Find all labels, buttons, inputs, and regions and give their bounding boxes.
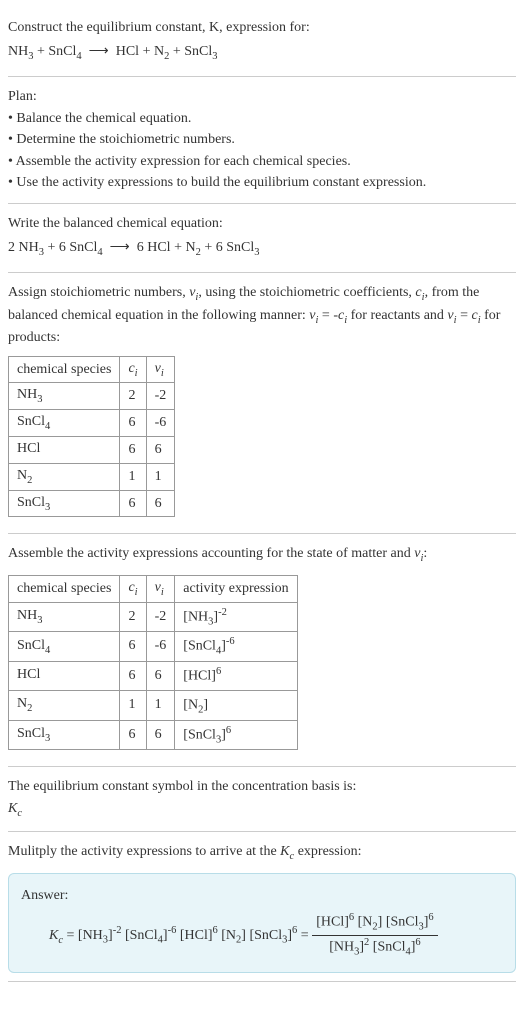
cell-vi: -2: [146, 383, 175, 410]
section-stoichiometric: Assign stoichiometric numbers, νi, using…: [8, 273, 516, 534]
cell-ci: 6: [120, 437, 146, 464]
col-vi: νi: [146, 575, 175, 602]
cell-ci: 2: [120, 602, 146, 631]
col-species: chemical species: [9, 575, 120, 602]
table-row: NH32-2[NH3]-2: [9, 602, 298, 631]
activity-description: Assemble the activity expressions accoun…: [8, 544, 516, 566]
cell-species: SnCl3: [9, 490, 120, 517]
table-header-row: chemical species ci νi activity expressi…: [9, 575, 298, 602]
plan-bullet-1: • Balance the chemical equation.: [8, 109, 516, 129]
table-header-row: chemical species ci νi: [9, 356, 175, 383]
cell-activity: [SnCl3]6: [175, 720, 297, 749]
stoich-description: Assign stoichiometric numbers, νi, using…: [8, 283, 516, 348]
plan-bullet-3: • Assemble the activity expression for e…: [8, 152, 516, 172]
cell-activity: [SnCl4]-6: [175, 632, 297, 661]
table-row: SnCl46-6[SnCl4]-6: [9, 632, 298, 661]
cell-vi: -6: [146, 632, 175, 661]
activity-table: chemical species ci νi activity expressi…: [8, 575, 298, 750]
section-balanced: Write the balanced chemical equation: 2 …: [8, 204, 516, 273]
cell-vi: 6: [146, 720, 175, 749]
col-species: chemical species: [9, 356, 120, 383]
answer-label: Answer:: [21, 886, 503, 906]
kc-expression: Kc = [NH3]-2 [SnCl4]-6 [HCl]6 [N2] [SnCl…: [49, 911, 503, 960]
balanced-heading: Write the balanced chemical equation:: [8, 214, 516, 234]
table-row: SnCl366[SnCl3]6: [9, 720, 298, 749]
col-ci: ci: [120, 575, 146, 602]
plan-bullet-4: • Use the activity expressions to build …: [8, 173, 516, 193]
cell-ci: 6: [120, 410, 146, 437]
kc-symbol: Kc: [8, 799, 516, 821]
table-row: SnCl366: [9, 490, 175, 517]
cell-vi: 1: [146, 463, 175, 490]
balanced-equation: 2 NH3 + 6 SnCl4 ⟶ 6 HCl + N2 + 6 SnCl3: [8, 238, 516, 260]
cell-vi: 6: [146, 490, 175, 517]
cell-species: N2: [9, 691, 120, 720]
section-activity: Assemble the activity expressions accoun…: [8, 534, 516, 767]
table-row: HCl66[HCl]6: [9, 661, 298, 690]
cell-species: SnCl4: [9, 632, 120, 661]
cell-ci: 6: [120, 490, 146, 517]
cell-species: HCl: [9, 661, 120, 690]
cell-species: SnCl4: [9, 410, 120, 437]
cell-ci: 6: [120, 720, 146, 749]
cell-activity: [NH3]-2: [175, 602, 297, 631]
cell-vi: 6: [146, 661, 175, 690]
answer-box: Answer: Kc = [NH3]-2 [SnCl4]-6 [HCl]6 [N…: [8, 873, 516, 974]
cell-ci: 2: [120, 383, 146, 410]
cell-species: HCl: [9, 437, 120, 464]
cell-ci: 1: [120, 691, 146, 720]
section-symbol: The equilibrium constant symbol in the c…: [8, 767, 516, 832]
stoichiometric-table: chemical species ci νi NH32-2 SnCl46-6 H…: [8, 356, 175, 518]
cell-species: N2: [9, 463, 120, 490]
table-row: NH32-2: [9, 383, 175, 410]
symbol-text: The equilibrium constant symbol in the c…: [8, 777, 516, 797]
section-problem: Construct the equilibrium constant, K, e…: [8, 8, 516, 77]
col-ci: ci: [120, 356, 146, 383]
problem-statement: Construct the equilibrium constant, K, e…: [8, 18, 516, 38]
table-row: HCl66: [9, 437, 175, 464]
cell-species: NH3: [9, 602, 120, 631]
unbalanced-equation: NH3 + SnCl4 ⟶ HCl + N2 + SnCl3: [8, 42, 516, 64]
table-row: N211: [9, 463, 175, 490]
plan-bullet-2: • Determine the stoichiometric numbers.: [8, 130, 516, 150]
cell-vi: -2: [146, 602, 175, 631]
cell-activity: [N2]: [175, 691, 297, 720]
cell-species: SnCl3: [9, 720, 120, 749]
multiply-text: Mulitply the activity expressions to arr…: [8, 842, 516, 864]
cell-ci: 1: [120, 463, 146, 490]
cell-ci: 6: [120, 632, 146, 661]
section-plan: Plan: • Balance the chemical equation. •…: [8, 77, 516, 204]
problem-text: Construct the equilibrium constant, K, e…: [8, 20, 310, 35]
cell-vi: 6: [146, 437, 175, 464]
col-activity: activity expression: [175, 575, 297, 602]
cell-species: NH3: [9, 383, 120, 410]
cell-activity: [HCl]6: [175, 661, 297, 690]
plan-heading: Plan:: [8, 87, 516, 107]
table-row: SnCl46-6: [9, 410, 175, 437]
table-row: N211[N2]: [9, 691, 298, 720]
col-vi: νi: [146, 356, 175, 383]
section-answer: Mulitply the activity expressions to arr…: [8, 832, 516, 982]
cell-vi: -6: [146, 410, 175, 437]
cell-ci: 6: [120, 661, 146, 690]
cell-vi: 1: [146, 691, 175, 720]
